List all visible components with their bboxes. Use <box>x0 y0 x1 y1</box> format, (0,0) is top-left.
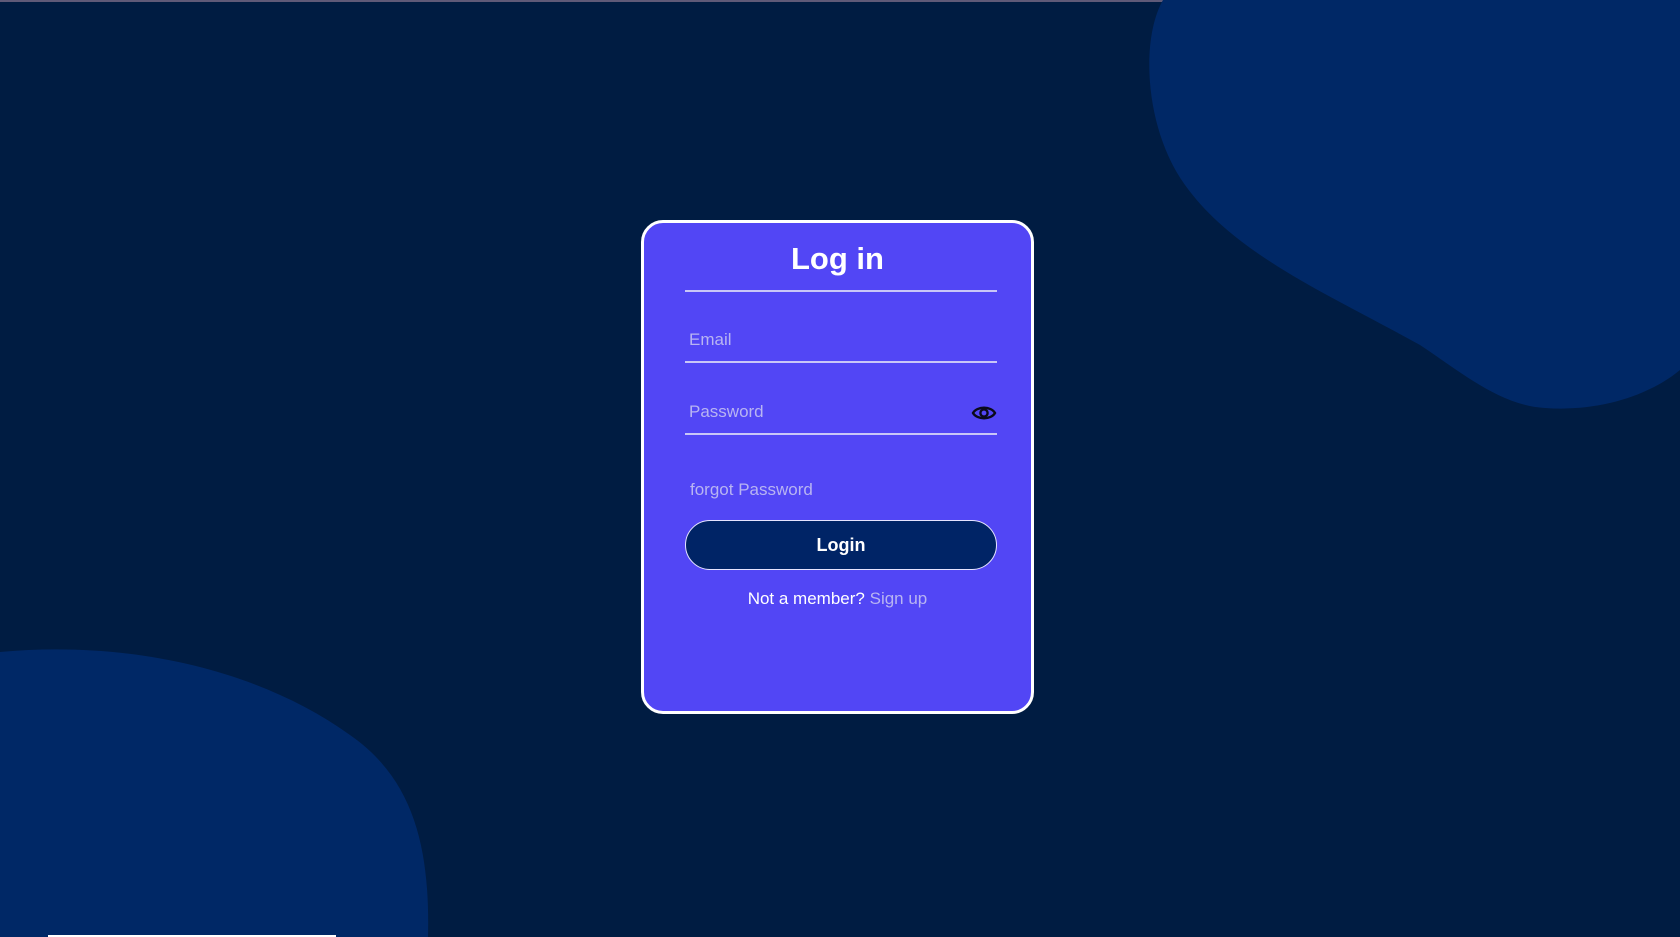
email-placeholder: Email <box>689 330 732 349</box>
top-right-blob <box>1149 0 1680 409</box>
title-divider <box>685 290 997 292</box>
forgot-password-link[interactable]: forgot Password <box>690 480 813 500</box>
password-placeholder: Password <box>689 402 764 421</box>
login-title: Log in <box>791 241 884 276</box>
bottom-left-blob <box>0 649 429 937</box>
signup-row: Not a member? Sign up <box>644 589 1031 609</box>
signup-prompt: Not a member? <box>747 589 865 608</box>
login-page: Log in Email Password forgot Password Lo… <box>0 0 1680 937</box>
email-field[interactable]: Email <box>685 319 997 363</box>
login-card: Log in Email Password forgot Password Lo… <box>641 220 1034 714</box>
password-field[interactable]: Password <box>685 391 997 435</box>
eye-icon[interactable] <box>971 403 997 423</box>
signup-link[interactable]: Sign up <box>870 589 928 608</box>
login-button[interactable]: Login <box>685 520 997 570</box>
